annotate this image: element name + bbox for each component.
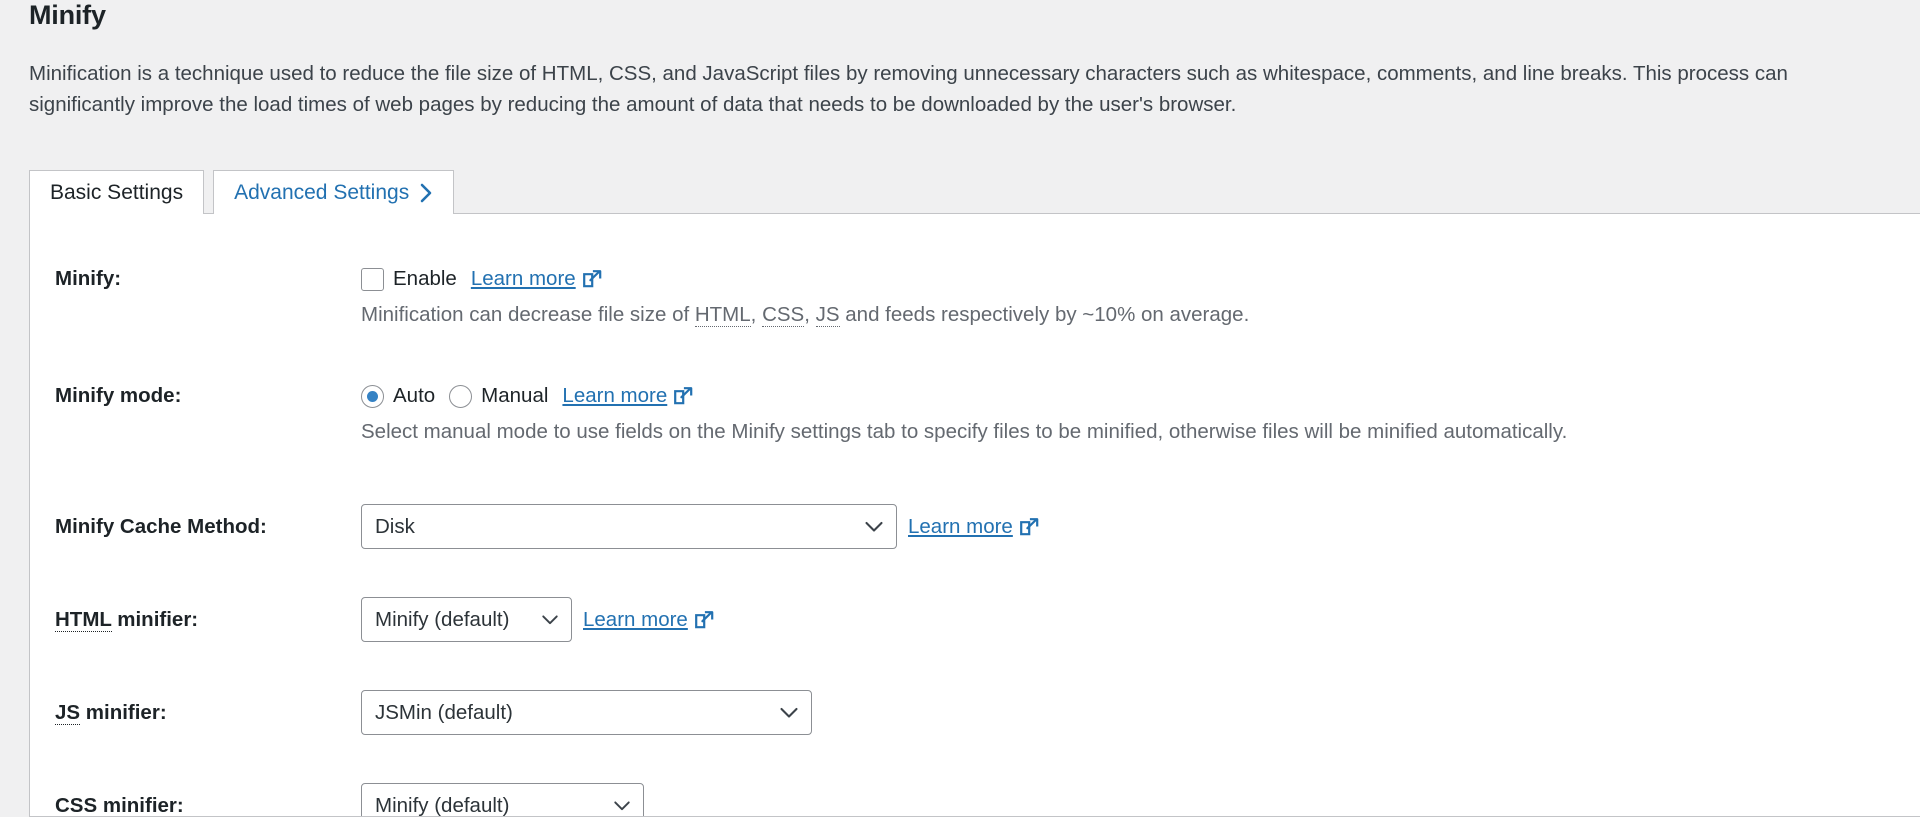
minify-settings-page: Minify Minification is a technique used … — [0, 0, 1920, 817]
row-js-minifier-field: JSMin (default) — [361, 690, 1920, 735]
page-title: Minify — [29, 0, 106, 30]
row-minify-mode-field: Auto Manual Learn more Select manual mod… — [361, 384, 1920, 444]
row-html-minifier-label: HTML minifier: — [30, 607, 361, 632]
external-link-icon — [1019, 517, 1039, 537]
html-minifier-select[interactable]: Minify (default) — [361, 597, 572, 642]
chevron-down-icon — [541, 614, 559, 626]
chevron-down-icon — [864, 520, 884, 533]
minify-enable-checkbox[interactable] — [361, 267, 384, 291]
tab-advanced-settings[interactable]: Advanced Settings — [213, 170, 455, 214]
minify-mode-auto-label: Auto — [393, 384, 436, 407]
row-js-minifier-label-rest: minifier: — [80, 700, 167, 724]
abbr-js: JS — [55, 700, 81, 725]
chevron-right-icon — [420, 183, 433, 203]
row-css-minifier-field: Minify (default) — [361, 783, 1920, 817]
minify-enable-label: Enable — [393, 267, 457, 290]
html-minifier-value: Minify (default) — [375, 607, 510, 631]
row-js-minifier-label: JS minifier: — [30, 700, 361, 725]
row-minify-cache-method-field: Disk Learn more — [361, 504, 1920, 549]
minify-learn-more-link[interactable]: Learn more — [471, 267, 602, 291]
basic-settings-panel: Minify: Enable Learn more Minification c… — [29, 213, 1920, 817]
html-minifier-learn-more-label: Learn more — [583, 607, 688, 631]
row-html-minifier-field: Minify (default) Learn more — [361, 597, 1920, 642]
minify-cache-method-learn-more-link[interactable]: Learn more — [908, 515, 1039, 539]
external-link-icon — [582, 269, 602, 289]
js-minifier-value: JSMin (default) — [375, 700, 513, 724]
external-link-icon — [673, 386, 693, 406]
row-minify-cache-method-label: Minify Cache Method: — [55, 514, 267, 538]
row-minify-cache-method: Minify Cache Method: Disk Learn more — [30, 504, 1920, 549]
row-css-minifier-label-rest: minifier: — [97, 793, 184, 817]
row-minify-label: Minify: — [55, 267, 122, 290]
minify-description-after: and feeds respectively by ~10% on averag… — [839, 303, 1250, 326]
abbr-html: HTML — [55, 607, 112, 632]
minify-description: Minification can decrease file size of H… — [361, 303, 1920, 327]
abbr-css: CSS — [762, 303, 805, 327]
tab-basic-settings[interactable]: Basic Settings — [29, 170, 205, 214]
css-minifier-select[interactable]: Minify (default) — [361, 783, 644, 817]
minify-mode-learn-more-link[interactable]: Learn more — [562, 384, 693, 408]
row-minify-mode-label: Minify mode: — [55, 384, 182, 407]
tab-advanced-settings-label: Advanced Settings — [234, 180, 410, 204]
minify-mode-auto-radio[interactable] — [361, 384, 384, 408]
chevron-down-icon — [779, 706, 799, 719]
page-description: Minification is a technique used to redu… — [29, 62, 1788, 116]
chevron-down-icon — [613, 800, 631, 812]
minify-mode-description: Select manual mode to use fields on the … — [361, 420, 1568, 443]
abbr-js: JS — [815, 303, 840, 327]
abbr-html: HTML — [694, 303, 751, 327]
css-minifier-value: Minify (default) — [375, 793, 510, 817]
minify-description-before: Minification can decrease file size of — [361, 303, 695, 326]
minify-cache-method-value: Disk — [375, 514, 415, 538]
minify-mode-learn-more-label: Learn more — [562, 384, 668, 407]
row-minify: Minify: Enable Learn more Minification c… — [30, 267, 1920, 327]
row-css-minifier: CSS minifier: Minify (default) — [30, 783, 1920, 817]
js-minifier-select[interactable]: JSMin (default) — [361, 690, 812, 735]
tab-basic-settings-label: Basic Settings — [50, 180, 184, 204]
minify-learn-more-label: Learn more — [470, 267, 576, 290]
minify-cache-method-select[interactable]: Disk — [361, 504, 897, 549]
abbr-css: CSS — [55, 793, 98, 817]
settings-tabs: Basic Settings Advanced Settings — [29, 170, 455, 214]
row-minify-field: Enable Learn more Minification can decre… — [361, 267, 1920, 327]
row-html-minifier: HTML minifier: Minify (default) Learn mo… — [30, 597, 1920, 642]
external-link-icon — [694, 610, 714, 630]
minify-sep-1: , — [750, 303, 763, 326]
minify-cache-method-learn-more-label: Learn more — [908, 514, 1013, 538]
row-minify-mode: Minify mode: Auto Manual Learn more Sele… — [30, 384, 1920, 444]
minify-sep-2: , — [804, 303, 816, 326]
minify-mode-manual-label: Manual — [481, 384, 549, 407]
row-html-minifier-label-rest: minifier: — [111, 607, 199, 631]
row-css-minifier-label: CSS minifier: — [30, 793, 361, 817]
html-minifier-learn-more-link[interactable]: Learn more — [583, 608, 714, 632]
row-js-minifier: JS minifier: JSMin (default) — [30, 690, 1920, 735]
minify-mode-manual-radio[interactable] — [449, 384, 473, 408]
